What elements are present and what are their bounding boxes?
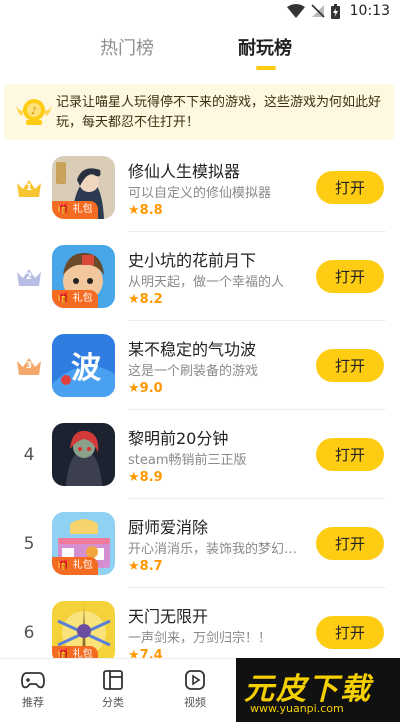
game-score: ★8.8 [128, 203, 163, 218]
banner-text: 记录让喵星人玩得停不下来的游戏，这些游戏为何如此好玩，每天都忍不住打开！ [56, 95, 382, 130]
game-icon[interactable]: 🎁 礼包 [52, 601, 115, 664]
game-row[interactable]: 1 🎁 礼包 修仙人生模拟器 可以自定义的修仙模拟器 ★8.8 打开 [0, 143, 400, 232]
open-button[interactable]: 打开 [316, 349, 384, 382]
rank-badge: 1 [14, 143, 44, 232]
game-artwork-icon [52, 423, 115, 486]
game-score: ★8.9 [128, 470, 163, 485]
rank-number: 5 [23, 533, 35, 554]
score-value: 8.9 [139, 470, 163, 485]
game-description: 这是一个刷装备的游戏 [128, 364, 259, 379]
gift-badge: 🎁 礼包 [52, 201, 98, 219]
gift-badge: 🎁 礼包 [52, 557, 98, 575]
game-icon[interactable]: 🎁 礼包 [52, 512, 115, 575]
svg-text:♪: ♪ [31, 106, 37, 117]
game-artwork-icon: 波 [52, 334, 115, 397]
gift-label: 礼包 [72, 560, 93, 571]
category-icon [103, 670, 123, 690]
game-icon[interactable]: 波 [52, 334, 115, 397]
open-button[interactable]: 打开 [316, 616, 384, 649]
game-score: ★8.7 [128, 559, 163, 574]
nav-item-video[interactable]: 视频 [170, 669, 220, 710]
game-row[interactable]: 4 黎明前20分钟 steam畅销前三正版 ★8.9 打开 [0, 410, 400, 499]
rank-badge: 5 [14, 499, 44, 588]
rank-badge: 3 [14, 321, 44, 410]
game-title[interactable]: 修仙人生模拟器 [128, 158, 240, 182]
rank-number: 2 [25, 271, 33, 282]
gamepad-icon [21, 672, 45, 689]
rank-number: 6 [23, 622, 35, 643]
gift-label: 礼包 [72, 293, 93, 304]
nav-label: 分类 [102, 696, 124, 709]
site-watermark: 元皮下载 www.yuanpi.com [236, 658, 400, 722]
game-row[interactable]: 5 🎁 礼包 厨师爱消除 开心消消乐，装饰我的梦幻… ★8.7 打开 [0, 499, 400, 588]
game-row[interactable]: 2 🎁 礼包 史小坑的花前月下 从明天起，做一个幸福的人 ★8.2 打开 [0, 232, 400, 321]
gift-badge: 🎁 礼包 [52, 290, 98, 308]
star-icon: ★ [128, 203, 140, 218]
star-icon: ★ [128, 559, 140, 574]
open-button[interactable]: 打开 [316, 171, 384, 204]
watermark-url: www.yuanpi.com [250, 702, 344, 715]
open-button[interactable]: 打开 [316, 260, 384, 293]
game-description: 一声剑来，万剑归宗！！ [128, 631, 272, 646]
no-signal-icon [311, 4, 325, 18]
game-title[interactable]: 厨师爱消除 [128, 514, 208, 538]
game-description: 可以自定义的修仙模拟器 [128, 186, 272, 201]
active-tab-indicator [256, 66, 276, 70]
play-icon [185, 670, 205, 690]
game-icon[interactable]: 🎁 礼包 [52, 156, 115, 219]
nav-label: 视频 [184, 696, 206, 709]
medal-badge-icon: ♪ [16, 99, 52, 125]
game-title[interactable]: 史小坑的花前月下 [128, 247, 256, 271]
game-title[interactable]: 天门无限开 [128, 603, 208, 627]
status-bar: 10:13 [0, 0, 400, 24]
nav-item-recommend[interactable]: 推荐 [8, 669, 58, 710]
game-score: ★9.0 [128, 381, 163, 396]
rank-number: 4 [23, 444, 35, 465]
star-icon: ★ [128, 292, 140, 307]
ranking-banner: ♪ 记录让喵星人玩得停不下来的游戏，这些游戏为何如此好玩，每天都忍不住打开！ [4, 84, 394, 140]
game-icon[interactable] [52, 423, 115, 486]
score-value: 8.8 [139, 203, 163, 218]
open-button[interactable]: 打开 [316, 527, 384, 560]
game-row[interactable]: 3 波 某不稳定的气功波 这是一个刷装备的游戏 ★9.0 打开 [0, 321, 400, 410]
open-button[interactable]: 打开 [316, 438, 384, 471]
game-description: steam畅销前三正版 [128, 453, 247, 468]
rank-number: 3 [25, 360, 33, 371]
rank-number: 1 [25, 182, 33, 193]
gold-crown-icon: 1 [16, 178, 42, 198]
game-description: 开心消消乐，装饰我的梦幻… [128, 542, 298, 557]
score-value: 8.7 [139, 559, 163, 574]
game-icon[interactable]: 🎁 礼包 [52, 245, 115, 308]
score-value: 9.0 [139, 381, 163, 396]
wifi-icon [286, 4, 305, 18]
star-icon: ★ [128, 381, 140, 396]
nav-item-category[interactable]: 分类 [88, 669, 138, 710]
game-title[interactable]: 黎明前20分钟 [128, 425, 228, 449]
score-value: 8.2 [139, 292, 163, 307]
battery-icon [330, 3, 340, 19]
gift-label: 礼包 [72, 204, 93, 215]
rank-badge: 4 [14, 410, 44, 499]
tab-playable-ranking[interactable]: 耐玩榜 [238, 34, 292, 60]
tab-hot-ranking[interactable]: 热门榜 [100, 34, 154, 60]
game-description: 从明天起，做一个幸福的人 [128, 275, 285, 290]
nav-label: 推荐 [22, 696, 44, 709]
ranking-tabs: 热门榜 耐玩榜 [0, 34, 400, 74]
rank-badge: 2 [14, 232, 44, 321]
status-time: 10:13 [349, 3, 390, 19]
silver-crown-icon: 2 [16, 267, 42, 287]
svg-text:波: 波 [71, 351, 102, 386]
star-icon: ★ [128, 470, 140, 485]
game-score: ★8.2 [128, 292, 163, 307]
bronze-crown-icon: 3 [16, 356, 42, 376]
game-title[interactable]: 某不稳定的气功波 [128, 336, 256, 360]
